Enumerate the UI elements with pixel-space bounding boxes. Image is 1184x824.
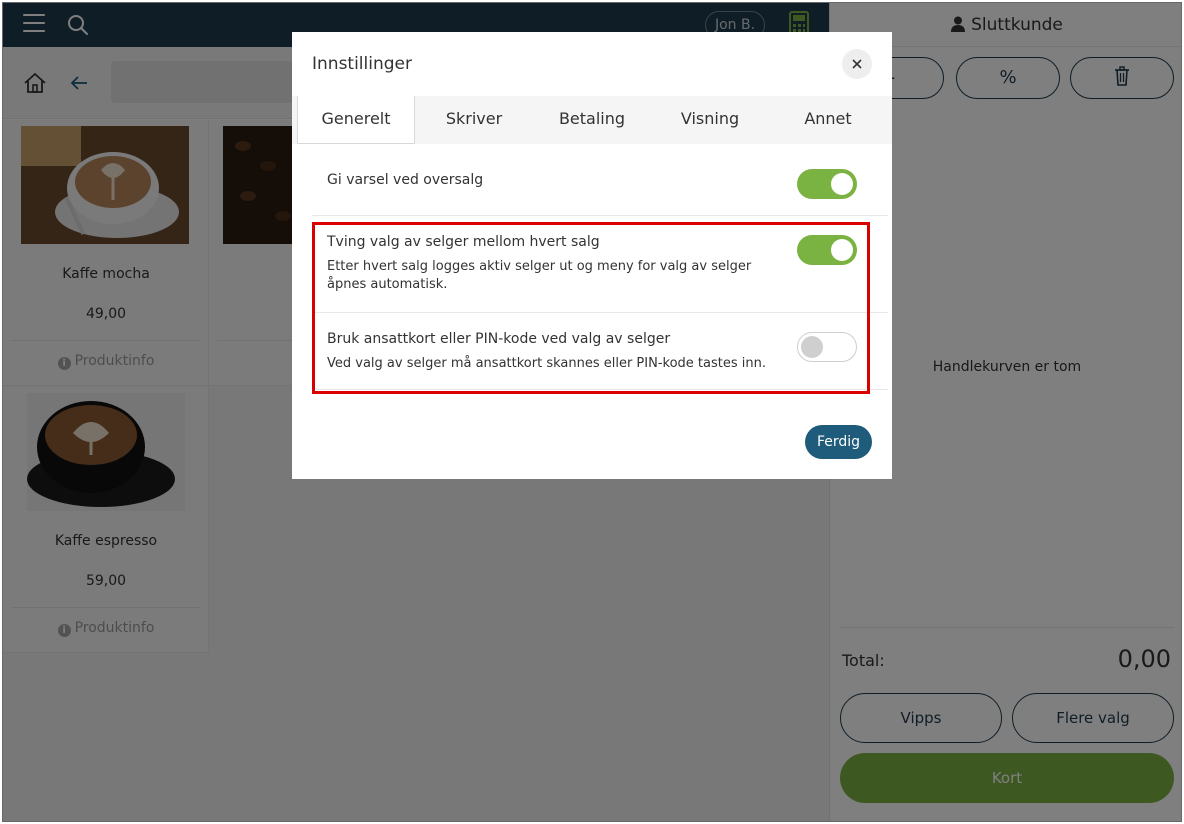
setting-title: Gi varsel ved oversalg	[327, 172, 484, 188]
done-button[interactable]: Ferdig	[805, 425, 872, 459]
highlight-box	[312, 222, 870, 394]
tab-generelt[interactable]: Generelt	[297, 96, 415, 144]
dialog-title: Innstillinger	[312, 54, 412, 74]
settings-dialog: Innstillinger Generelt Skriver Betaling …	[292, 32, 892, 479]
tab-betaling[interactable]: Betaling	[533, 96, 651, 144]
close-icon	[852, 59, 862, 69]
toggle-oversale-warning[interactable]	[797, 169, 857, 199]
setting-row-oversale-warning: Gi varsel ved oversalg	[312, 144, 888, 216]
tab-annet[interactable]: Annet	[769, 96, 887, 144]
close-button[interactable]	[842, 49, 872, 79]
settings-tabs: Generelt Skriver Betaling Visning Annet	[292, 96, 892, 144]
tab-skriver[interactable]: Skriver	[415, 96, 533, 144]
tab-visning[interactable]: Visning	[651, 96, 769, 144]
